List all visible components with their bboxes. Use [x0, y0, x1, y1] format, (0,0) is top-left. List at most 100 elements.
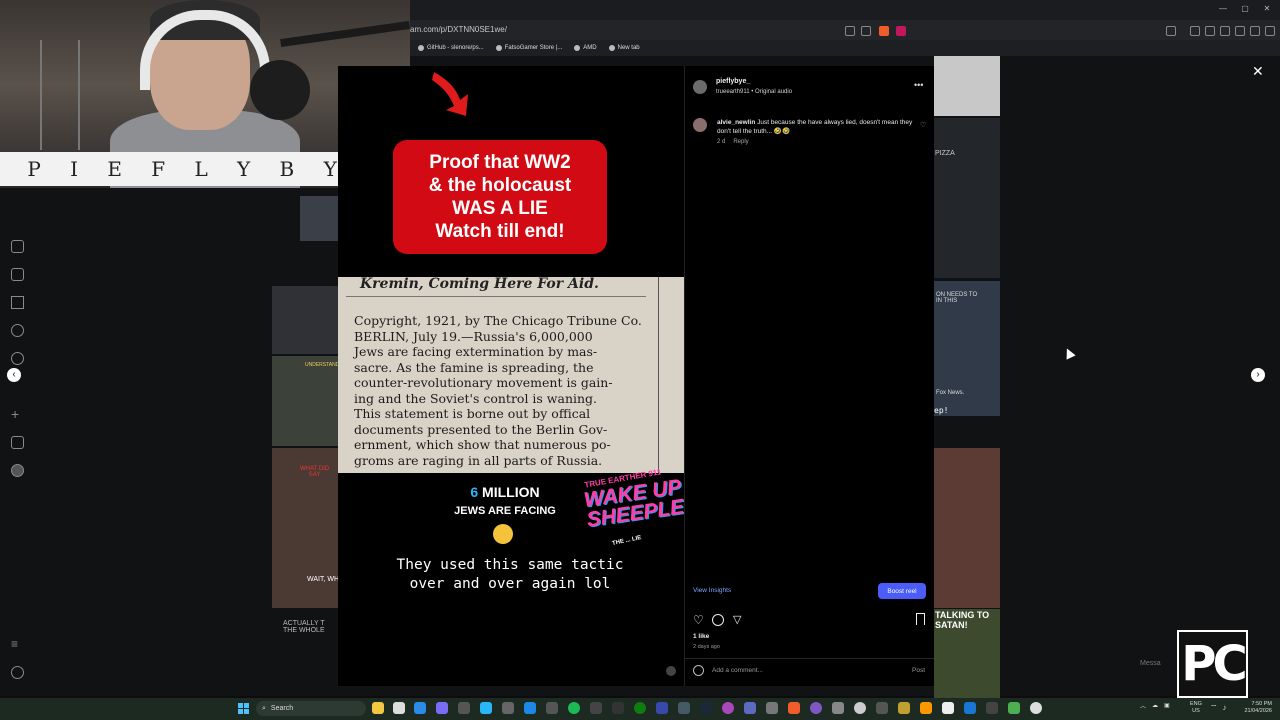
view-insights-link[interactable]: View Insights [693, 587, 731, 594]
language-indicator[interactable]: ENG US [1190, 701, 1202, 715]
xbox-icon[interactable] [634, 702, 646, 714]
telegram-icon[interactable] [524, 702, 536, 714]
newtab-icon [608, 45, 615, 51]
messages-icon[interactable] [11, 296, 24, 309]
headline-box: Proof that WW2 & the holocaust WAS A LIE… [393, 140, 607, 254]
steam-icon[interactable] [700, 702, 712, 714]
volume-icon[interactable]: ♪ [1223, 703, 1227, 713]
file-explorer-icon[interactable] [372, 702, 384, 714]
app17-icon[interactable] [1008, 702, 1020, 714]
explore-icon[interactable] [11, 352, 24, 365]
app10-icon[interactable] [854, 702, 866, 714]
app6-icon[interactable] [744, 702, 756, 714]
nvidia-icon[interactable]: ▣ [1164, 702, 1170, 709]
bookmark-amd[interactable]: AMD [574, 45, 597, 51]
spotify-icon[interactable] [568, 702, 580, 714]
app8-icon[interactable] [810, 702, 822, 714]
notepad-icon[interactable] [502, 702, 514, 714]
more-menu-icon[interactable]: ≡ [11, 638, 24, 651]
app2-icon[interactable] [590, 702, 602, 714]
extension-icon[interactable] [1166, 26, 1176, 36]
app13-icon[interactable] [920, 702, 932, 714]
emoji-picker-icon[interactable] [693, 665, 704, 676]
add-comment-input[interactable]: Add a comment... [712, 667, 763, 674]
mute-toggle-icon[interactable] [666, 666, 676, 676]
taskbar-search-label: Search [270, 705, 294, 712]
previous-post-button[interactable]: ‹ [7, 368, 21, 382]
bookmark-fatsogamer[interactable]: FatsoGamer Store |... [495, 45, 562, 51]
like-icon[interactable]: ♡ [693, 613, 704, 627]
profile-icon[interactable] [11, 464, 24, 477]
minimize-button[interactable]: — [1218, 4, 1228, 14]
start-menu-icon[interactable] [238, 703, 249, 714]
chrome-icon[interactable] [1030, 702, 1042, 714]
menu-icon[interactable] [1265, 26, 1275, 36]
bookmark-new-tab[interactable]: New tab [608, 45, 640, 51]
copilot-icon[interactable] [436, 702, 448, 714]
url-text[interactable]: am.com/p/DXTNN0SE1we/ [410, 25, 507, 34]
maximize-button[interactable]: ▢ [1240, 4, 1250, 14]
system-tray[interactable]: ︿ ☁ ▣ [1140, 701, 1170, 710]
commenter-username[interactable]: alvie_newlin [717, 119, 755, 126]
taskbar-search[interactable]: ⌕ Search [256, 701, 366, 716]
cloud-icon[interactable]: ☁ [1152, 702, 1158, 709]
leo-icon[interactable] [1235, 26, 1245, 36]
bookmark-github[interactable]: GitHub - slenore/ps... [418, 45, 484, 51]
app11-icon[interactable] [876, 702, 888, 714]
tray-status-icons[interactable]: ⌔ ♪ [1210, 703, 1227, 713]
app4-icon[interactable] [678, 702, 690, 714]
messages-fab[interactable]: Messa [1140, 660, 1161, 667]
also-from-meta-icon[interactable] [11, 666, 24, 679]
like-count[interactable]: 1 like [693, 633, 709, 640]
calendar-app-icon[interactable] [393, 702, 405, 714]
post-audio-line[interactable]: trueearth911 • Original audio [716, 89, 792, 95]
app5-icon[interactable] [722, 702, 734, 714]
boost-reel-button[interactable]: Boost reel [878, 583, 926, 599]
terminal-icon[interactable] [458, 702, 470, 714]
app9-icon[interactable] [832, 702, 844, 714]
media-icon[interactable] [1190, 26, 1200, 36]
app16-icon[interactable] [986, 702, 998, 714]
app14-icon[interactable] [942, 702, 954, 714]
comment-like-icon[interactable]: ♡ [920, 121, 926, 129]
tray-chevron-icon[interactable]: ︿ [1140, 701, 1146, 710]
author-avatar[interactable] [693, 80, 707, 94]
share-icon[interactable] [861, 26, 871, 36]
vpn-icon[interactable] [1250, 26, 1260, 36]
brave-rewards-icon[interactable] [896, 26, 906, 36]
comment-icon[interactable] [712, 614, 724, 626]
more-options-button[interactable]: ••• [914, 80, 923, 90]
dashboard-icon[interactable] [11, 436, 24, 449]
edge-icon[interactable] [414, 702, 426, 714]
app7-icon[interactable] [766, 702, 778, 714]
epic-games-icon[interactable] [612, 702, 624, 714]
wallet-icon[interactable] [1220, 26, 1230, 36]
home-icon[interactable] [11, 240, 24, 253]
close-modal-icon[interactable]: ✕ [1252, 63, 1264, 80]
post-author[interactable]: pieflybye_ [716, 78, 750, 85]
app3-icon[interactable] [656, 702, 668, 714]
window-close-button[interactable]: ✕ [1262, 4, 1272, 14]
create-icon[interactable]: + [11, 407, 24, 421]
app15-icon[interactable] [964, 702, 976, 714]
next-post-button[interactable]: › [1251, 368, 1265, 382]
reels-icon[interactable] [11, 268, 24, 281]
brave-taskbar-icon[interactable] [788, 702, 800, 714]
sidebar-toggle-icon[interactable] [1205, 26, 1215, 36]
wifi-icon[interactable]: ⌔ [1210, 703, 1218, 713]
app-icon[interactable] [546, 702, 558, 714]
post-comment-button[interactable]: Post [912, 667, 925, 674]
save-bookmark-icon[interactable] [916, 613, 925, 625]
commenter-avatar[interactable] [693, 118, 707, 132]
install-app-icon[interactable] [845, 26, 855, 36]
app12-icon[interactable] [898, 702, 910, 714]
reply-button[interactable]: Reply [733, 139, 748, 145]
share-post-icon[interactable]: ▽ [733, 613, 741, 626]
feed-text-what-did: WHAT DID SAY [300, 466, 330, 478]
vscode-icon[interactable] [480, 702, 492, 714]
search-icon[interactable] [11, 324, 24, 337]
taskbar-clock[interactable]: 7:50 PM 21/04/2026 [1238, 701, 1272, 715]
million-text: 6 MILLION [430, 484, 580, 500]
brave-shield-icon[interactable] [879, 26, 889, 36]
comment-age: 2 d [717, 139, 726, 145]
